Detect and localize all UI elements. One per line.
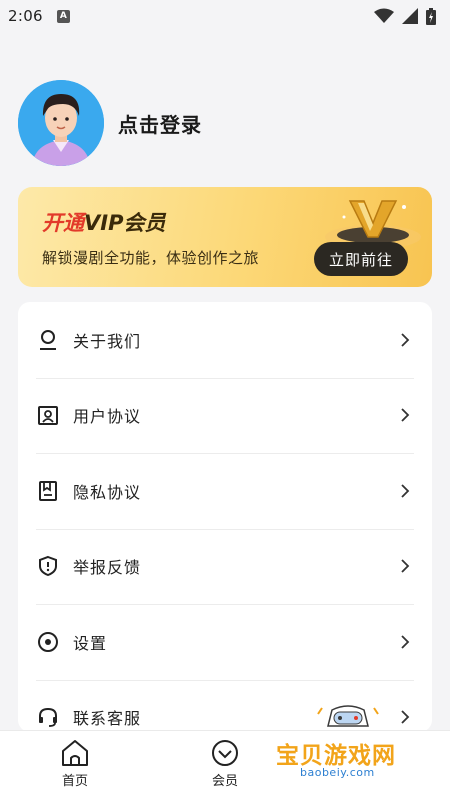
nav-home[interactable]: 首页	[40, 739, 110, 789]
signal-icon	[402, 8, 418, 24]
user-outline-icon	[36, 328, 60, 352]
battery-icon	[426, 7, 436, 25]
watermark-url: baobeiy.com	[300, 766, 375, 779]
bookmark-book-icon	[36, 479, 60, 503]
menu-item-settings[interactable]: 设置	[18, 604, 432, 680]
vip-banner[interactable]: 开通VIP会员 解锁漫剧全功能，体验创作之旅 立即前往	[18, 187, 432, 287]
watermark-name: 宝贝游戏网	[276, 743, 396, 769]
menu-item-user-agreement[interactable]: 用户协议	[18, 377, 432, 454]
menu-list: 关于我们 用户协议 隐私协议 举报反馈 设置 联系客服	[18, 302, 432, 732]
nav-member[interactable]: 会员	[190, 739, 260, 789]
menu-item-report[interactable]: 举报反馈	[18, 528, 432, 605]
id-badge-icon	[36, 403, 60, 427]
nav-label: 首页	[61, 774, 88, 789]
vip-title-suffix: VIP会员	[84, 211, 166, 235]
chevron-right-icon	[400, 484, 414, 498]
vip-title-prefix: 开通	[42, 211, 84, 235]
shield-alert-icon	[36, 554, 60, 578]
status-bar: 2:06 A	[0, 0, 450, 32]
nav-label: 会员	[211, 774, 238, 789]
chevron-right-icon	[400, 333, 414, 347]
notification-a-icon: A	[56, 9, 70, 23]
menu-label: 用户协议	[73, 407, 142, 427]
status-icons	[374, 7, 436, 25]
menu-item-about[interactable]: 关于我们	[18, 302, 432, 378]
profile-section[interactable]: 点击登录	[18, 80, 202, 166]
login-label[interactable]: 点击登录	[118, 109, 202, 138]
menu-label: 隐私协议	[73, 482, 142, 502]
vip-subtitle: 解锁漫剧全功能，体验创作之旅	[42, 249, 260, 267]
avatar[interactable]	[18, 80, 104, 166]
menu-item-privacy[interactable]: 隐私协议	[18, 453, 432, 529]
menu-label: 联系客服	[73, 709, 142, 729]
headset-icon	[36, 705, 60, 729]
home-icon	[62, 740, 88, 766]
chevron-right-icon	[400, 408, 414, 422]
menu-label: 关于我们	[73, 331, 142, 351]
menu-label: 设置	[73, 633, 108, 653]
vip-go-button[interactable]: 立即前往	[314, 242, 408, 276]
settings-circle-icon	[36, 630, 60, 654]
wifi-icon	[374, 8, 394, 23]
vip-title: 开通VIP会员	[42, 207, 165, 237]
chevron-right-icon	[400, 635, 414, 649]
status-time: 2:06	[8, 7, 43, 25]
watermark-logo: 宝贝游戏网 baobeiy.com	[270, 700, 430, 790]
chevron-right-icon	[400, 559, 414, 573]
diamond-icon	[212, 740, 238, 766]
menu-label: 举报反馈	[73, 558, 142, 578]
avatar-illustration	[18, 80, 104, 166]
